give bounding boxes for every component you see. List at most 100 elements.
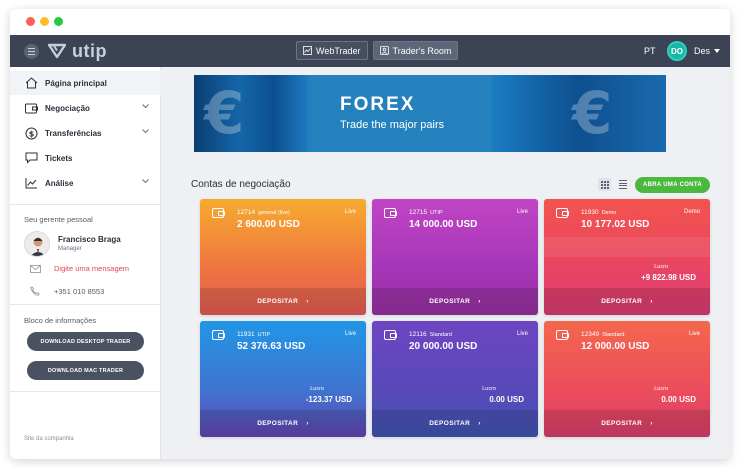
top-nav: WebTrader Trader's Room <box>296 41 459 60</box>
chevron-down-icon <box>142 179 149 184</box>
maximize-window-button[interactable] <box>54 17 63 26</box>
deposit-label: DEPOSITAR <box>601 298 643 305</box>
sidebar-item-transfers[interactable]: $ Transferências <box>10 121 161 145</box>
company-site-link[interactable]: Site da companhia <box>24 436 74 442</box>
account-card[interactable]: 12116 Standard Live 20 000.00 USD Lucro 0… <box>372 321 538 437</box>
manager-avatar <box>24 231 50 257</box>
sidebar-divider <box>10 391 161 392</box>
account-status: Live <box>344 209 356 215</box>
message-label: Digite uma mensagem <box>54 264 130 273</box>
chart-icon <box>303 46 312 55</box>
account-number-row: 12349 Standard <box>581 331 624 338</box>
webtrader-label: WebTrader <box>316 45 361 56</box>
deposit-button[interactable]: DEPOSITAR › <box>544 410 710 437</box>
user-icon <box>379 46 389 55</box>
download-mac-button[interactable]: DOWNLOAD MAC TRADER <box>27 361 144 380</box>
sidebar-item-trading[interactable]: Negociação <box>10 96 161 120</box>
chat-icon <box>24 151 38 165</box>
sidebar: Página principal Negociação $ Transferên… <box>10 67 161 459</box>
sidebar-divider <box>10 204 161 205</box>
deposit-button[interactable]: DEPOSITAR › <box>372 410 538 437</box>
deposit-button[interactable]: DEPOSITAR › <box>544 288 710 315</box>
wallet-icon <box>212 330 225 340</box>
account-card[interactable]: 12715 UTIP Live 14 000.00 USD DEPOSITAR › <box>372 199 538 315</box>
chevron-right-icon: › <box>478 298 481 305</box>
account-number-row: 11930 Demo <box>581 209 616 216</box>
account-balance: 10 177.02 USD <box>581 219 650 230</box>
account-balance: 12 000.00 USD <box>581 341 650 352</box>
deposit-button[interactable]: DEPOSITAR › <box>200 288 366 315</box>
account-type: general (live) <box>258 210 290 216</box>
account-status: Demo <box>683 209 700 215</box>
send-message-link[interactable]: Digite uma mensagem <box>30 264 129 273</box>
sidebar-item-tickets[interactable]: Tickets <box>10 146 161 170</box>
user-menu[interactable]: Des <box>694 46 721 56</box>
logo-text: utip <box>72 40 107 61</box>
envelope-icon <box>30 264 42 273</box>
hamburger-menu-button[interactable] <box>24 44 39 59</box>
forex-banner[interactable]: € € FOREX Trade the major pairs <box>194 75 666 152</box>
deposit-label: DEPOSITAR <box>601 420 643 427</box>
phone-icon <box>30 286 42 296</box>
window-titlebar <box>10 9 730 35</box>
chevron-right-icon: › <box>650 298 653 305</box>
account-card[interactable]: 12714 general (live) Live 2 600.00 USD DE… <box>200 199 366 315</box>
account-status: Live <box>516 209 528 215</box>
chevron-right-icon: › <box>306 420 309 427</box>
user-name: Des <box>694 46 711 56</box>
banner-title: FOREX <box>340 94 416 115</box>
wallet-icon <box>24 101 38 115</box>
account-number: 12349 <box>581 331 600 338</box>
utip-logo[interactable]: utip <box>48 41 107 61</box>
analytics-icon <box>24 176 38 190</box>
grid-view-button[interactable] <box>598 178 611 191</box>
list-view-button[interactable] <box>616 178 629 191</box>
euro-icon: € <box>204 79 245 147</box>
wallet-icon <box>212 208 225 218</box>
account-type: UTIP <box>257 332 271 338</box>
home-icon <box>24 76 38 90</box>
banner-subtitle: Trade the major pairs <box>340 119 445 131</box>
card-decoration <box>544 237 710 257</box>
minimize-window-button[interactable] <box>40 17 49 26</box>
manager-card: Francisco Braga Manager <box>24 231 154 259</box>
sidebar-item-label: Transferências <box>45 128 102 138</box>
account-card[interactable]: 11931 UTIP Live 52 376.63 USD Lucro -123.… <box>200 321 366 437</box>
wallet-icon <box>384 330 397 340</box>
sidebar-item-label: Página principal <box>45 78 107 88</box>
sidebar-item-home[interactable]: Página principal <box>10 71 161 95</box>
euro-icon: € <box>572 79 613 147</box>
deposit-button[interactable]: DEPOSITAR › <box>372 288 538 315</box>
profit-label: Lucro <box>310 386 324 392</box>
account-type: Standard <box>429 332 452 338</box>
close-window-button[interactable] <box>26 17 35 26</box>
profit-value: -123.37 USD <box>305 395 352 404</box>
manager-heading: Seu gerente pessoal <box>24 215 93 224</box>
user-avatar[interactable]: DO <box>667 41 687 61</box>
deposit-button[interactable]: DEPOSITAR › <box>200 410 366 437</box>
account-card[interactable]: 11930 Demo Demo 10 177.02 USD Lucro +9 82… <box>544 199 710 315</box>
account-number: 12116 <box>409 331 427 338</box>
profit-value: +9 822.98 USD <box>641 273 696 282</box>
manager-name: Francisco Braga <box>58 235 121 244</box>
chevron-right-icon: › <box>650 420 653 427</box>
phone-row: +351 010 8553 <box>30 286 104 296</box>
webtrader-button[interactable]: WebTrader <box>296 41 368 60</box>
wallet-icon <box>556 208 569 218</box>
traders-room-button[interactable]: Trader's Room <box>372 41 459 60</box>
account-card[interactable]: 12349 Standard Live 12 000.00 USD Lucro 0… <box>544 321 710 437</box>
app-window: utip WebTrader Trader's Room PT DO Des P… <box>10 9 730 459</box>
account-balance: 52 376.63 USD <box>237 341 306 352</box>
sidebar-item-label: Tickets <box>45 153 73 163</box>
chevron-right-icon: › <box>306 298 309 305</box>
chevron-down-icon <box>714 49 721 53</box>
download-desktop-button[interactable]: DOWNLOAD DESKTOP TRADER <box>27 332 144 351</box>
svg-text:$: $ <box>28 129 34 138</box>
open-account-button[interactable]: ABRA UMA CONTA <box>635 177 710 193</box>
account-number-row: 12116 Standard <box>409 331 452 338</box>
sidebar-item-analysis[interactable]: Análise <box>10 171 161 195</box>
language-selector[interactable]: PT <box>644 46 656 56</box>
wallet-icon <box>384 208 397 218</box>
accounts-title: Contas de negociação <box>191 179 291 190</box>
profit-value: 0.00 USD <box>489 395 524 404</box>
